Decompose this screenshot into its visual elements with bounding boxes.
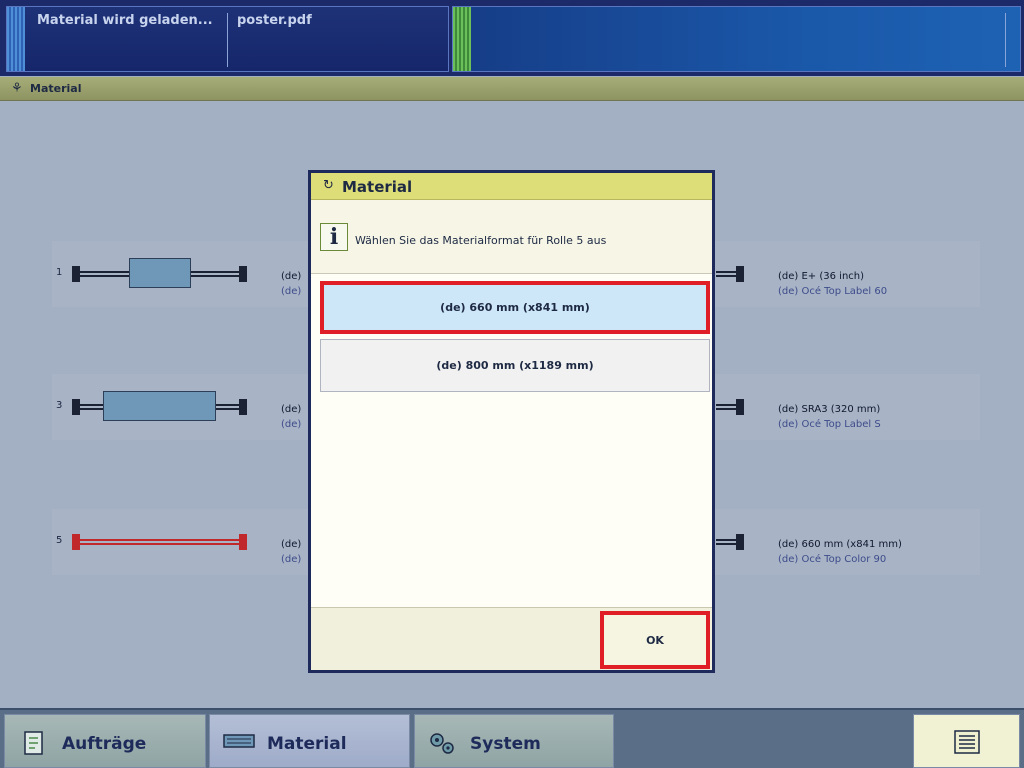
- roll-cap: [72, 399, 80, 415]
- jobs-icon: [24, 731, 43, 755]
- roll-label: (de) (de): [281, 539, 302, 565]
- roll-label: (de) (de): [281, 404, 302, 430]
- nav-label: Aufträge: [62, 734, 147, 754]
- material-refresh-icon: ↻: [323, 178, 334, 193]
- roll-format-label: (de) 660 mm (x841 mm) (de) Océ Top Color …: [778, 539, 902, 565]
- menu-list-icon: [954, 730, 980, 754]
- menu-button[interactable]: [913, 714, 1020, 768]
- nav-label: System: [470, 734, 541, 754]
- roll-number: 3: [56, 400, 63, 411]
- nav-label: Material: [267, 734, 347, 754]
- roll-number: 1: [56, 267, 63, 278]
- roll-format-label: (de) SRA3 (320 mm) (de) Océ Top Label S: [778, 404, 881, 430]
- job-status-text: Material wird geladen...: [37, 13, 213, 28]
- section-title-bar: ⚘ Material: [0, 77, 1024, 101]
- roll-cap: [736, 266, 744, 282]
- info-icon: i: [320, 223, 348, 251]
- roll-cap: [736, 534, 744, 550]
- material-dialog: ↻ Material i Wählen Sie das Materialform…: [308, 170, 715, 673]
- roll-body: [103, 391, 216, 421]
- roll-format-label: (de) E+ (36 inch) (de) Océ Top Label 60: [778, 271, 888, 297]
- section-title: Material: [30, 82, 82, 95]
- printer-status-panel[interactable]: [452, 6, 1021, 72]
- nav-button-material[interactable]: Material: [209, 714, 410, 768]
- printer-status-stripe: [453, 7, 471, 71]
- roll-cap: [239, 534, 247, 550]
- roll-cap: [239, 266, 247, 282]
- dialog-footer: OK: [311, 607, 712, 670]
- nav-button-system[interactable]: System: [414, 714, 614, 768]
- progress-stripe: [7, 7, 25, 71]
- job-file-name: poster.pdf: [237, 13, 312, 28]
- divider: [227, 13, 228, 67]
- format-option-800mm[interactable]: (de) 800 mm (x1189 mm): [320, 339, 710, 392]
- roll-label: (de) (de): [281, 271, 302, 297]
- roll-axle: [716, 404, 738, 410]
- nav-button-auftraege[interactable]: Aufträge: [4, 714, 206, 768]
- ok-button[interactable]: OK: [600, 611, 710, 669]
- roll-axle: [716, 271, 738, 277]
- job-status-panel[interactable]: Material wird geladen... poster.pdf: [6, 6, 449, 72]
- roll-body: [129, 258, 191, 288]
- roll-axle-empty: [74, 539, 244, 545]
- roll-number: 5: [56, 535, 63, 546]
- material-icon: ⚘: [11, 81, 23, 96]
- divider: [1005, 13, 1006, 67]
- roll-cap: [736, 399, 744, 415]
- roll-cap: [72, 266, 80, 282]
- roll-cap: [72, 534, 80, 550]
- dialog-instruction: Wählen Sie das Materialformat für Rolle …: [355, 234, 607, 247]
- dialog-header: ↻ Material: [311, 173, 712, 200]
- status-bar: Material wird geladen... poster.pdf: [0, 0, 1024, 76]
- dialog-title: Material: [342, 178, 413, 196]
- bottom-navigation: Aufträge Material System: [0, 708, 1024, 768]
- roll-axle: [716, 539, 738, 545]
- dialog-info-area: i Wählen Sie das Materialformat für Roll…: [311, 200, 712, 274]
- format-option-660mm[interactable]: (de) 660 mm (x841 mm): [320, 281, 710, 334]
- material-roll-icon: [223, 734, 255, 748]
- gears-icon: [430, 733, 454, 754]
- roll-cap: [239, 399, 247, 415]
